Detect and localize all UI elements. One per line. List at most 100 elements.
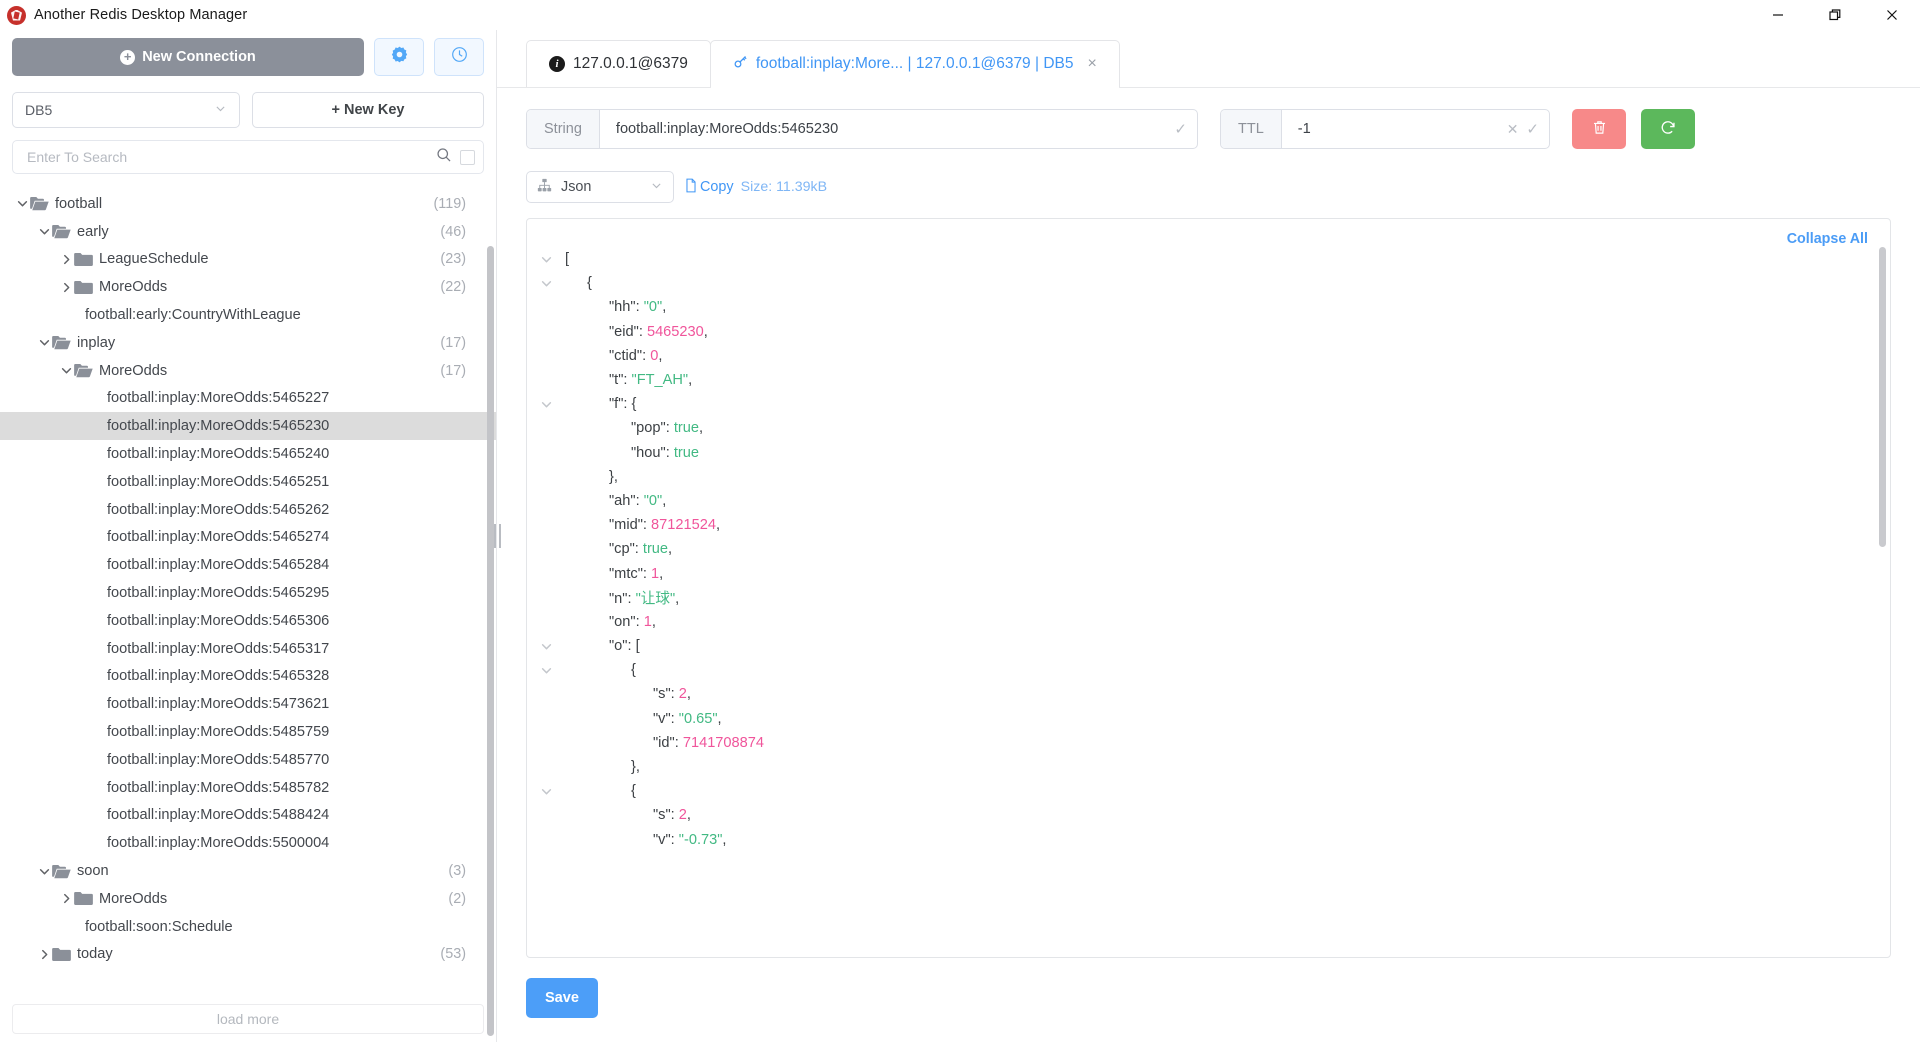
history-button[interactable]: [434, 38, 484, 76]
tree-folder-item[interactable]: early (46): [0, 218, 496, 246]
json-token-str: "让球": [635, 591, 676, 608]
tree-key-item[interactable]: football:inplay:MoreOdds:5465251: [0, 468, 496, 496]
database-select-value: DB5: [25, 102, 53, 118]
search-icon[interactable]: [436, 147, 452, 168]
chevron-down-icon[interactable]: [58, 364, 74, 377]
chevron-down-icon[interactable]: [36, 225, 52, 238]
json-line-text: "mid": 87121524,: [565, 517, 720, 533]
tree-folder-item[interactable]: MoreOdds (2): [0, 885, 496, 913]
ttl-label: TTL: [1221, 110, 1282, 148]
refresh-key-button[interactable]: [1641, 109, 1695, 149]
key-tree: football (119) early (46) LeagueSchedule (23)…: [0, 178, 496, 994]
tree-folder-item[interactable]: inplay (17): [0, 329, 496, 357]
chevron-down-icon[interactable]: [36, 336, 52, 349]
json-line: "s": 2,: [527, 803, 1890, 827]
key-name-input[interactable]: [613, 120, 1167, 138]
json-token-key: "v":: [653, 710, 679, 727]
tab-close-icon[interactable]: ×: [1087, 56, 1096, 72]
tree-folder-item[interactable]: LeagueSchedule (23): [0, 246, 496, 274]
tree-key-item[interactable]: football:inplay:MoreOdds:5465284: [0, 551, 496, 579]
settings-button[interactable]: [374, 38, 424, 76]
check-icon[interactable]: ✓: [1526, 120, 1539, 138]
load-more-button[interactable]: load more: [12, 1004, 484, 1034]
json-token-punc: ,: [658, 347, 663, 364]
json-line-text: "n": "让球",: [565, 587, 679, 608]
maximize-button[interactable]: [1806, 0, 1863, 30]
json-token-punc: },: [609, 468, 618, 485]
tree-key-item[interactable]: football:inplay:MoreOdds:5465240: [0, 440, 496, 468]
tree-key-item[interactable]: football:inplay:MoreOdds:5500004: [0, 829, 496, 857]
ttl-input[interactable]: [1295, 120, 1499, 138]
search-box[interactable]: [12, 140, 484, 174]
key-icon: [733, 54, 748, 74]
json-token-key: "mid":: [609, 517, 651, 534]
chevron-right-icon[interactable]: [36, 948, 52, 961]
tree-key-item[interactable]: football:inplay:MoreOdds:5465328: [0, 663, 496, 691]
tree-item-count: (53): [440, 946, 466, 963]
chevron-down-icon[interactable]: [36, 865, 52, 878]
json-collapse-chevron-icon[interactable]: [527, 664, 565, 677]
tab-server-info[interactable]: i 127.0.0.1@6379: [526, 40, 711, 87]
minimize-button[interactable]: [1749, 0, 1806, 30]
chevron-down-icon[interactable]: [14, 197, 30, 210]
delete-key-button[interactable]: [1572, 109, 1626, 149]
json-collapse-chevron-icon[interactable]: [527, 398, 565, 411]
tree-key-item[interactable]: football:inplay:MoreOdds:5465295: [0, 579, 496, 607]
tree-key-item[interactable]: football:inplay:MoreOdds:5465274: [0, 524, 496, 552]
chevron-right-icon[interactable]: [58, 281, 74, 294]
new-connection-button[interactable]: + New Connection: [12, 38, 364, 76]
json-line: [: [527, 247, 1890, 271]
format-select[interactable]: Json: [526, 171, 674, 203]
json-token-str: "FT_AH": [631, 372, 689, 389]
folder-closed-icon: [52, 947, 72, 962]
json-line: },: [527, 465, 1890, 489]
tree-key-item[interactable]: football:inplay:MoreOdds:5465230: [0, 412, 496, 441]
tree-folder-item[interactable]: MoreOdds (22): [0, 273, 496, 301]
tree-key-item[interactable]: football:inplay:MoreOdds:5485782: [0, 774, 496, 802]
json-token-punc: {: [631, 783, 636, 800]
close-button[interactable]: [1863, 0, 1920, 30]
tree-folder-item[interactable]: soon (3): [0, 857, 496, 885]
chevron-right-icon[interactable]: [58, 253, 74, 266]
json-viewer-scrollbar[interactable]: [1879, 247, 1886, 547]
database-select[interactable]: DB5: [12, 92, 240, 128]
tree-item-label: today: [77, 946, 113, 963]
tree-item-label: football:inplay:MoreOdds:5465284: [107, 557, 330, 574]
tab-key-detail[interactable]: football:inplay:More... | 127.0.0.1@6379…: [709, 40, 1120, 88]
tree-key-item[interactable]: football:inplay:MoreOdds:5465306: [0, 607, 496, 635]
tree-key-item[interactable]: football:soon:Schedule: [0, 913, 496, 941]
tree-key-item[interactable]: football:inplay:MoreOdds:5485770: [0, 746, 496, 774]
chevron-right-icon[interactable]: [58, 892, 74, 905]
tree-key-item[interactable]: football:early:CountryWithLeague: [0, 301, 496, 329]
json-collapse-chevron-icon[interactable]: [527, 277, 565, 290]
json-collapse-chevron-icon[interactable]: [527, 253, 565, 266]
collapse-all-button[interactable]: Collapse All: [1787, 231, 1868, 247]
save-row: Save: [497, 958, 1920, 1042]
tree-key-item[interactable]: football:inplay:MoreOdds:5485759: [0, 718, 496, 746]
clock-icon: [451, 46, 468, 68]
tree-key-item[interactable]: football:inplay:MoreOdds:5465317: [0, 635, 496, 663]
folder-open-icon: [30, 196, 50, 211]
new-key-button[interactable]: + New Key: [252, 92, 484, 128]
json-token-key: "f":: [609, 396, 632, 413]
json-collapse-chevron-icon[interactable]: [527, 640, 565, 653]
tree-item-label: soon: [77, 863, 109, 880]
json-line: "cp": true,: [527, 537, 1890, 561]
regex-checkbox[interactable]: [460, 149, 475, 165]
tree-folder-item[interactable]: MoreOdds (17): [0, 357, 496, 385]
save-button[interactable]: Save: [526, 978, 598, 1018]
tree-key-item[interactable]: football:inplay:MoreOdds:5473621: [0, 690, 496, 718]
search-input[interactable]: [25, 148, 428, 166]
json-token-key: "on":: [609, 613, 644, 630]
tree-folder-item[interactable]: football (119): [0, 190, 496, 218]
tree-folder-item[interactable]: today (53): [0, 941, 496, 969]
x-icon[interactable]: ✕: [1507, 121, 1519, 138]
json-collapse-chevron-icon[interactable]: [527, 785, 565, 798]
copy-button[interactable]: Copy Size: 11.39kB: [684, 178, 827, 197]
sidebar-scrollbar[interactable]: [487, 246, 494, 1036]
check-icon[interactable]: ✓: [1174, 120, 1187, 138]
tree-key-item[interactable]: football:inplay:MoreOdds:5465262: [0, 496, 496, 524]
panel-splitter[interactable]: [490, 520, 504, 552]
tree-key-item[interactable]: football:inplay:MoreOdds:5465227: [0, 385, 496, 413]
tree-key-item[interactable]: football:inplay:MoreOdds:5488424: [0, 802, 496, 830]
